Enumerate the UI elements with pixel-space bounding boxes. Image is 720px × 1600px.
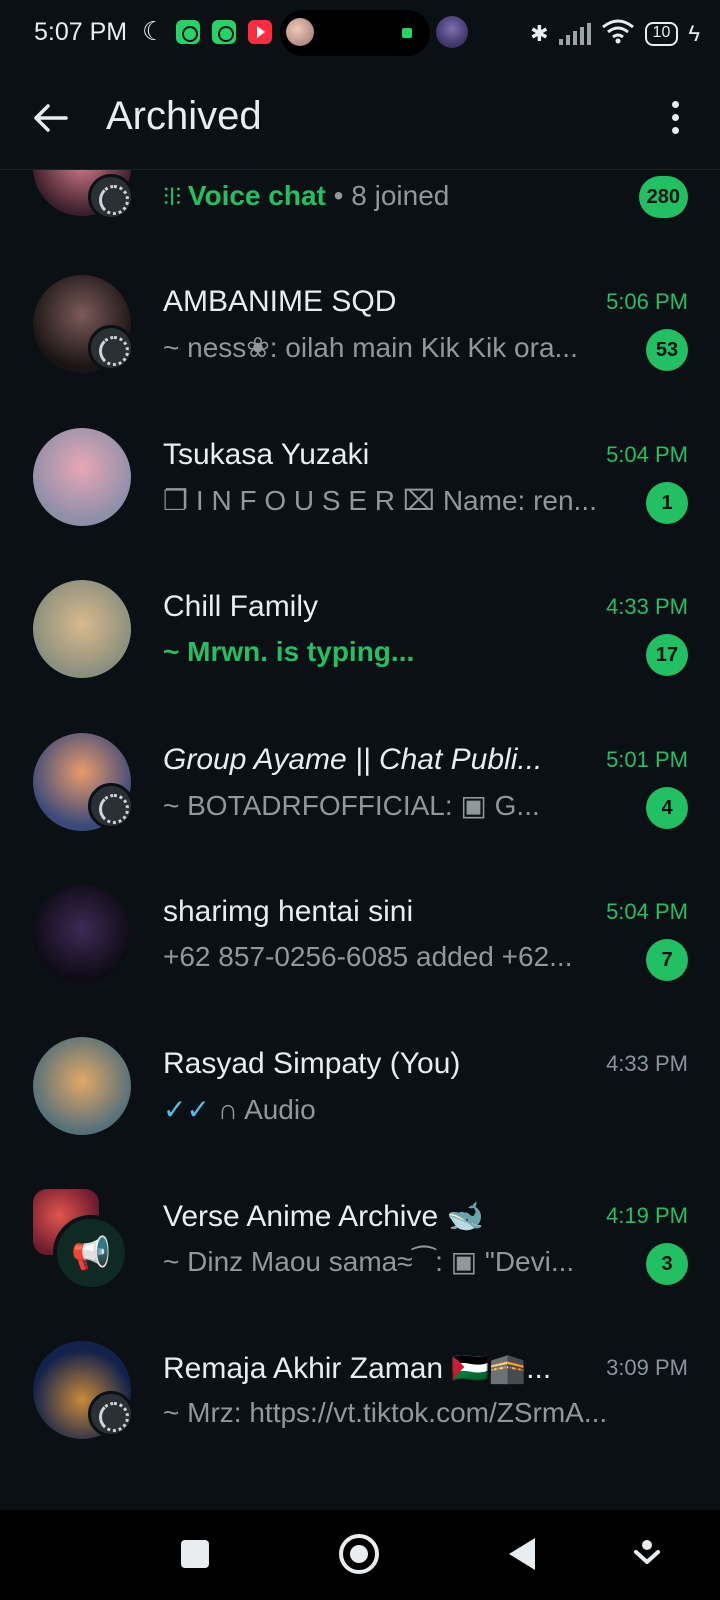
status-dot-icon <box>402 28 412 38</box>
youtube-icon <box>248 20 272 44</box>
chat-time: 4:19 PM <box>606 1203 688 1228</box>
status-time: 5:07 PM <box>34 18 128 46</box>
system-icons: ✱ 10 ϟ <box>530 18 700 50</box>
battery-icon: 10 <box>644 22 679 46</box>
whatsapp-icon <box>212 20 236 44</box>
chat-name: Chill Family <box>163 590 319 623</box>
double-check-icon: ✓✓ <box>163 1094 210 1125</box>
chat-list[interactable]: ⫶ǀ⫶ Voice chat • 8 joined 280 AMBANIME S… <box>0 170 720 1510</box>
arrow-left-icon[interactable] <box>30 98 70 138</box>
unread-badge: 280 <box>638 176 688 218</box>
chat-row[interactable]: Chill Family 4:33 PM ~ Mrwn. is typing..… <box>0 580 720 735</box>
avatar <box>33 1037 131 1135</box>
wifi-icon <box>601 18 635 50</box>
chat-preview: ~ BOTADRFOFFICIAL: ▣ G... <box>163 790 540 821</box>
chat-name: Rasyad Simpaty (You) <box>163 1047 461 1080</box>
chat-time: 4:33 PM <box>606 594 688 619</box>
system-nav-bar <box>0 1510 720 1600</box>
chat-row[interactable]: AMBANIME SQD 5:06 PM ~ ness❀: oilah main… <box>0 275 720 430</box>
chat-row[interactable]: Remaja Akhir Zaman 🇵🇸🕋... 3:09 PM ~ Mrz:… <box>0 1341 720 1496</box>
chat-time: 3:09 PM <box>606 1355 688 1380</box>
typing-indicator: ~ Mrwn. is typing... <box>163 636 415 667</box>
chat-name: Remaja Akhir Zaman 🇵🇸🕋... <box>163 1352 552 1385</box>
chat-row[interactable]: ⫶ǀ⫶ Voice chat • 8 joined 280 <box>0 170 720 243</box>
chat-row[interactable]: Group Ayame || Chat Publi... 5:01 PM ~ B… <box>0 733 720 888</box>
avatar <box>33 580 131 678</box>
unread-badge: 7 <box>646 939 688 981</box>
chat-preview: ~ ness❀: oilah main Kik Kik ora... <box>163 332 578 363</box>
chat-row[interactable]: 📢 Verse Anime Archive 🐋 4:19 PM ~ Dinz M… <box>0 1189 720 1344</box>
audio-label: Audio <box>244 1094 316 1125</box>
bluetooth-icon: ✱ <box>530 21 549 46</box>
avatar <box>33 428 131 526</box>
unread-badge: 53 <box>646 329 688 371</box>
status-icon <box>88 325 134 371</box>
status-bar: 5:07 PM ☾ ✱ 10 ϟ <box>0 0 720 66</box>
notification-avatar <box>436 16 468 48</box>
signal-icon <box>558 23 591 45</box>
unread-badge: 3 <box>646 1243 688 1285</box>
voice-chat-icon: ⫶ǀ⫶ <box>163 184 188 211</box>
announcement-icon: 📢 <box>53 1215 129 1291</box>
chat-preview: ⫶ǀ⫶ Voice chat • 8 joined <box>163 180 450 211</box>
status-icon <box>88 174 134 220</box>
chat-time: 5:06 PM <box>606 289 688 314</box>
chat-time: 4:33 PM <box>606 1051 688 1076</box>
status-icon <box>88 1391 134 1437</box>
chat-time: 5:04 PM <box>606 899 688 924</box>
app-bar: Archived <box>0 70 720 170</box>
chat-name: sharimg hentai sini <box>163 895 414 928</box>
unread-badge: 17 <box>646 634 688 676</box>
chat-preview: ~ Dinz Maou sama≈⁀: ▣ "Devi... <box>163 1246 575 1277</box>
charging-icon: ϟ <box>688 21 700 46</box>
chat-name: Group Ayame || Chat Publi... <box>163 743 543 776</box>
whatsapp-icon <box>176 20 200 44</box>
chat-preview: ~ Mrz: https://vt.tiktok.com/ZSrmA... <box>163 1397 608 1428</box>
assist-icon[interactable] <box>634 1538 660 1568</box>
unread-badge: 1 <box>646 482 688 524</box>
page-title: Archived <box>106 94 262 138</box>
chat-name: Verse Anime Archive 🐋 <box>163 1200 484 1233</box>
headphones-icon: ∩ <box>217 1094 238 1125</box>
chat-preview: ✓✓ ∩ Audio <box>163 1093 623 1126</box>
home-circle-icon[interactable] <box>339 1534 379 1574</box>
status-icon <box>88 783 134 829</box>
moon-icon: ☾ <box>142 16 166 46</box>
chat-time: 5:01 PM <box>606 747 688 772</box>
more-vert-icon[interactable] <box>670 98 680 138</box>
square-icon[interactable] <box>181 1540 209 1568</box>
chat-name: Tsukasa Yuzaki <box>163 438 370 471</box>
avatar <box>33 885 131 983</box>
chat-name: AMBANIME SQD <box>163 285 397 318</box>
chat-time: 5:04 PM <box>606 442 688 467</box>
chat-preview: ❐ I N F O U S E R ⌧ Name: ren... <box>163 485 597 516</box>
chat-row[interactable]: Tsukasa Yuzaki 5:04 PM ❐ I N F O U S E R… <box>0 428 720 583</box>
chat-preview: +62 857-0256-6085 added +62... <box>163 941 573 972</box>
unread-badge: 4 <box>646 787 688 829</box>
notification-avatar <box>286 18 314 46</box>
chat-row[interactable]: sharimg hentai sini 5:04 PM +62 857-0256… <box>0 885 720 1040</box>
triangle-back-icon[interactable] <box>509 1538 535 1570</box>
chat-row[interactable]: Rasyad Simpaty (You) 4:33 PM ✓✓ ∩ Audio <box>0 1037 720 1192</box>
